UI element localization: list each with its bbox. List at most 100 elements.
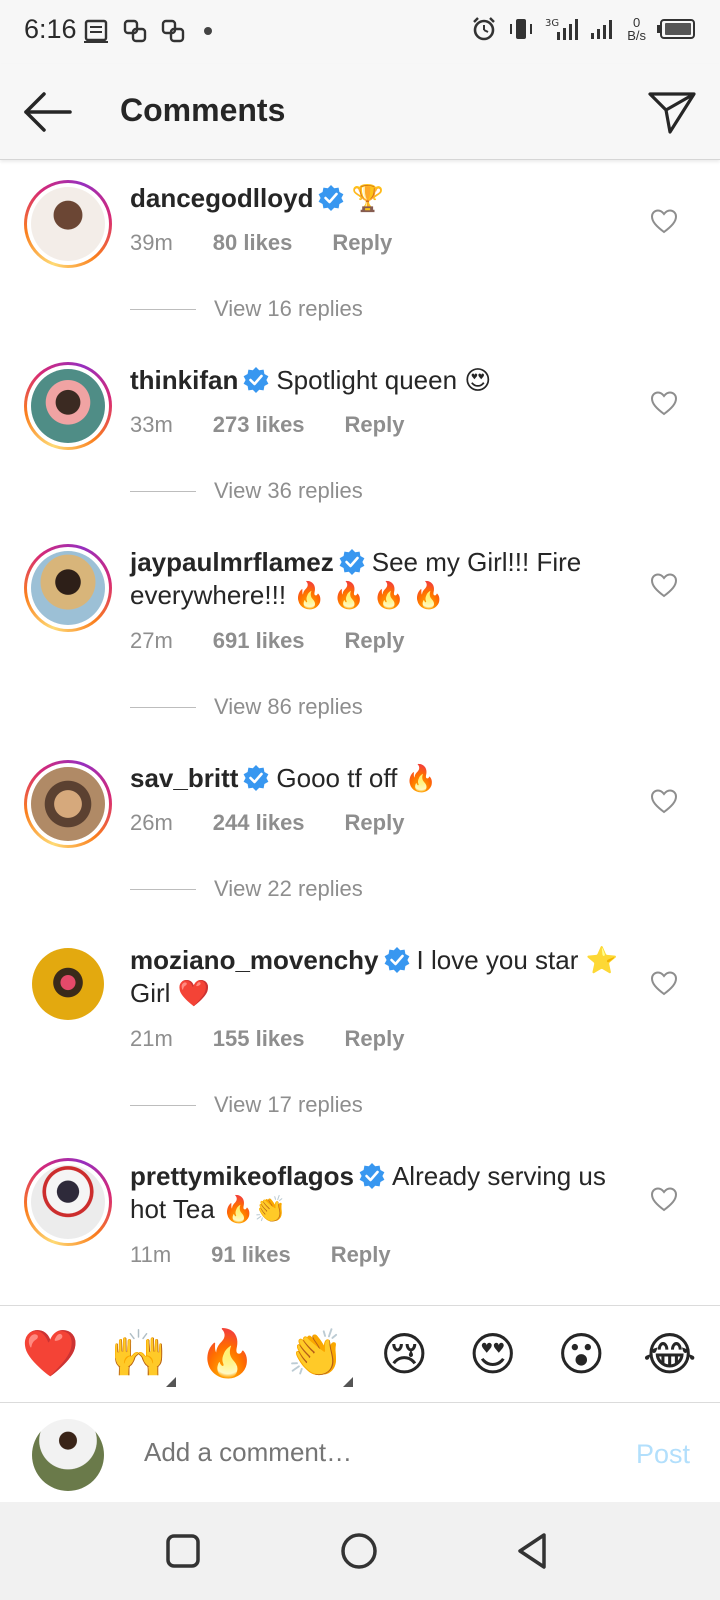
back-arrow-icon[interactable] xyxy=(22,90,74,134)
avatar-story-ring[interactable] xyxy=(24,1158,112,1246)
status-time: 6:16 xyxy=(24,14,77,44)
comment-meta: 27m 691 likes Reply xyxy=(130,628,404,654)
signal-3g-icon: 3G xyxy=(545,18,579,40)
home-circle-icon[interactable] xyxy=(338,1530,380,1572)
view-replies-button[interactable]: View 17 replies xyxy=(130,1092,363,1118)
reply-button[interactable]: Reply xyxy=(345,412,405,438)
comment-meta: 26m 244 likes Reply xyxy=(130,810,404,836)
alarm-icon xyxy=(473,17,496,41)
comment-emoji: 🔥 xyxy=(404,763,437,793)
comment-emoji: 🔥 🔥 🔥 🔥 xyxy=(293,580,445,610)
view-replies-button[interactable]: View 16 replies xyxy=(130,296,363,322)
add-comment-input[interactable] xyxy=(144,1437,584,1468)
comment-meta: 21m 155 likes Reply xyxy=(130,1026,404,1052)
my-avatar xyxy=(32,1419,104,1491)
comment-text: moziano_movenchy I love you star ⭐ Girl ❤… xyxy=(130,944,630,1010)
comment-username[interactable]: prettymikeoflagos xyxy=(130,1161,354,1191)
comment-emoji: ❤️ xyxy=(177,978,211,1008)
emoji-laughing-button[interactable]: 😂 xyxy=(635,1327,705,1381)
like-heart-icon[interactable] xyxy=(650,572,678,598)
comment-text: prettymikeoflagos Already serving us hot … xyxy=(130,1160,630,1226)
comment-emoji: 🔥👏 xyxy=(222,1194,287,1224)
direct-share-icon[interactable] xyxy=(646,88,698,136)
view-replies-button[interactable]: View 22 replies xyxy=(130,876,363,902)
reply-button[interactable]: Reply xyxy=(345,1026,405,1052)
comment-emoji: 😍 xyxy=(464,365,492,395)
comment-composer: Post xyxy=(0,1402,720,1502)
view-replies-button[interactable]: View 36 replies xyxy=(130,478,363,504)
verified-badge-icon xyxy=(243,367,269,393)
comment-likes[interactable]: 155 likes xyxy=(213,1026,305,1052)
comment-likes[interactable]: 244 likes xyxy=(213,810,305,836)
comment-username[interactable]: sav_britt xyxy=(130,763,238,793)
more-notifications-dot xyxy=(204,27,212,35)
signal-icon xyxy=(591,20,613,39)
avatar xyxy=(31,551,105,625)
comment-text: thinkifan Spotlight queen 😍 xyxy=(130,364,630,397)
comment-likes[interactable]: 691 likes xyxy=(213,628,305,654)
comment-message: I love you star xyxy=(416,945,579,975)
net-speed: 0 B/s xyxy=(627,15,646,43)
like-heart-icon[interactable] xyxy=(650,390,678,416)
system-nav-bar xyxy=(0,1502,720,1600)
comment-username[interactable]: thinkifan xyxy=(130,365,238,395)
emoji-clap-button[interactable]: 👏 xyxy=(281,1326,353,1387)
like-heart-icon[interactable] xyxy=(650,970,678,996)
emoji-heart-button[interactable]: ❤️ xyxy=(15,1326,85,1381)
verified-badge-icon xyxy=(339,549,365,575)
emoji-fire-button[interactable]: 🔥 xyxy=(192,1326,262,1381)
emoji-surprised-button[interactable]: 😮 xyxy=(546,1327,616,1381)
avatar-story-ring[interactable] xyxy=(24,362,112,450)
comment-username[interactable]: jaypaulmrflamez xyxy=(130,547,334,577)
avatar xyxy=(31,1165,105,1239)
recents-square-icon[interactable] xyxy=(162,1530,204,1572)
like-heart-icon[interactable] xyxy=(650,1186,678,1212)
comment-meta: 33m 273 likes Reply xyxy=(130,412,404,438)
battery-icon xyxy=(657,19,695,39)
emoji-clap: 👏 xyxy=(287,1327,345,1379)
comment-likes[interactable]: 91 likes xyxy=(211,1242,291,1268)
link-app-icon-2 xyxy=(161,19,185,43)
reply-button[interactable]: Reply xyxy=(332,230,392,256)
svg-text:3G: 3G xyxy=(545,18,559,29)
post-button[interactable]: Post xyxy=(636,1439,690,1470)
reply-button[interactable]: Reply xyxy=(345,628,405,654)
comments-header: Comments xyxy=(0,64,720,160)
comment-time: 39m xyxy=(130,230,173,255)
replies-divider xyxy=(130,1104,196,1106)
avatar-story-ring[interactable] xyxy=(24,760,112,848)
replies-divider xyxy=(130,308,196,310)
reply-button[interactable]: Reply xyxy=(331,1242,391,1268)
comment-username[interactable]: dancegodlloyd xyxy=(130,183,313,213)
comment-likes[interactable]: 80 likes xyxy=(213,230,293,256)
verified-badge-icon xyxy=(359,1163,385,1189)
like-heart-icon[interactable] xyxy=(650,208,678,234)
skin-tone-indicator xyxy=(165,1377,176,1387)
comment-message: Gooo tf off xyxy=(276,763,398,793)
avatar[interactable] xyxy=(32,948,104,1020)
avatar-story-ring[interactable] xyxy=(24,180,112,268)
news-icon xyxy=(84,19,108,43)
status-bar: 6:16 3G 0 B/s xyxy=(0,0,720,64)
comments-list[interactable]: dancegodlloyd 🏆 39m 80 likes Reply View 1… xyxy=(0,162,720,1304)
emoji-crying-button[interactable]: 😢 xyxy=(369,1327,439,1381)
avatar-story-ring[interactable] xyxy=(24,544,112,632)
like-heart-icon[interactable] xyxy=(650,788,678,814)
comment-message: Spotlight queen xyxy=(276,365,458,395)
quick-emoji-bar: ❤️ 🙌 🔥 👏 😢 😍 😮 😂 xyxy=(0,1305,720,1401)
comment-likes[interactable]: 273 likes xyxy=(213,412,305,438)
view-replies-button[interactable]: View 86 replies xyxy=(130,694,363,720)
comment-emoji-star: ⭐ xyxy=(585,945,618,975)
view-replies-label: View 17 replies xyxy=(214,1092,363,1117)
comment-time: 26m xyxy=(130,810,173,835)
reply-button[interactable]: Reply xyxy=(345,810,405,836)
view-replies-label: View 86 replies xyxy=(214,694,363,719)
verified-badge-icon xyxy=(319,185,344,211)
emoji-raising-hands-button[interactable]: 🙌 xyxy=(104,1326,176,1387)
page-title: Comments xyxy=(120,92,286,128)
back-triangle-icon[interactable] xyxy=(512,1530,554,1572)
avatar xyxy=(31,369,105,443)
verified-badge-icon xyxy=(243,765,269,791)
emoji-heart-eyes-button[interactable]: 😍 xyxy=(458,1327,528,1381)
comment-username[interactable]: moziano_movenchy xyxy=(130,945,379,975)
